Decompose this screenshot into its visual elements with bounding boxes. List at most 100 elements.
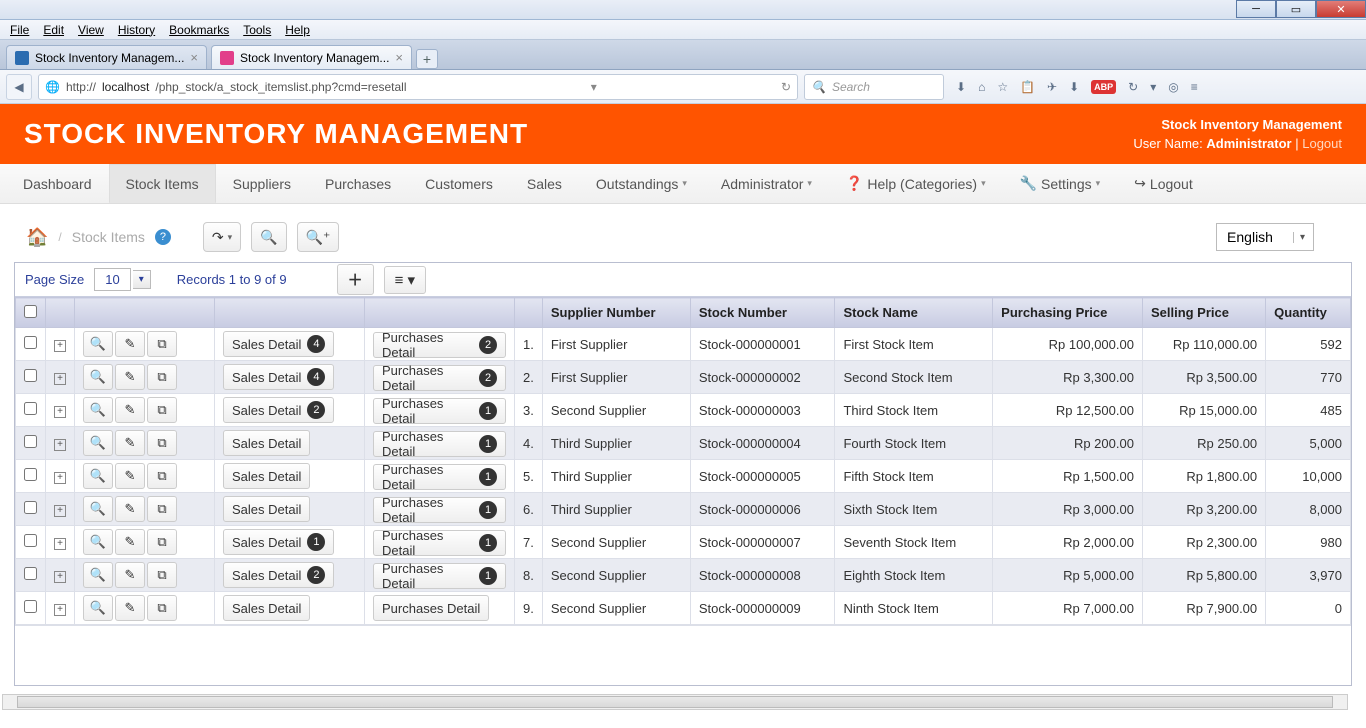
nav-item[interactable]: Sales bbox=[510, 164, 579, 203]
nav-item[interactable]: Customers bbox=[408, 164, 510, 203]
copy-button[interactable]: ⧉ bbox=[147, 496, 177, 522]
export-button[interactable]: ↷ bbox=[203, 222, 241, 252]
nav-item[interactable]: Purchases bbox=[308, 164, 408, 203]
edit-button[interactable]: ✎ bbox=[115, 331, 145, 357]
purchases-detail-button[interactable]: Purchases Detail1 bbox=[373, 563, 506, 589]
nav-item[interactable]: Administrator ▾ bbox=[704, 164, 829, 203]
view-button[interactable]: 🔍 bbox=[83, 463, 113, 489]
edit-button[interactable]: ✎ bbox=[115, 397, 145, 423]
row-checkbox[interactable] bbox=[24, 567, 37, 580]
target-icon[interactable]: ◎ bbox=[1168, 80, 1178, 94]
purchases-detail-button[interactable]: Purchases Detail2 bbox=[373, 332, 506, 358]
os-menu-item[interactable]: History bbox=[112, 21, 161, 39]
save-icon[interactable]: ⬇ bbox=[1069, 80, 1079, 94]
sales-detail-button[interactable]: Sales Detail2 bbox=[223, 562, 334, 588]
copy-button[interactable]: ⧉ bbox=[147, 430, 177, 456]
row-checkbox[interactable] bbox=[24, 369, 37, 382]
dropdown-icon[interactable]: ▾ bbox=[591, 80, 597, 94]
sales-detail-button[interactable]: Sales Detail1 bbox=[223, 529, 334, 555]
col-stocknum[interactable]: Stock Number bbox=[690, 298, 835, 328]
nav-item[interactable]: Stock Items bbox=[109, 164, 216, 203]
edit-button[interactable]: ✎ bbox=[115, 529, 145, 555]
copy-button[interactable]: ⧉ bbox=[147, 331, 177, 357]
expand-icon[interactable]: + bbox=[54, 571, 66, 583]
purchases-detail-button[interactable]: Purchases Detail bbox=[373, 595, 489, 621]
expand-icon[interactable]: + bbox=[54, 373, 66, 385]
search-button[interactable]: 🔍 bbox=[251, 222, 286, 252]
star-icon[interactable]: ☆ bbox=[997, 80, 1008, 94]
expand-icon[interactable]: + bbox=[54, 538, 66, 550]
close-icon[interactable]: × bbox=[190, 50, 198, 65]
copy-button[interactable]: ⧉ bbox=[147, 595, 177, 621]
col-qty[interactable]: Quantity bbox=[1266, 298, 1351, 328]
nav-item[interactable]: 🔧 Settings ▾ bbox=[1003, 164, 1118, 203]
logout-link[interactable]: Logout bbox=[1302, 136, 1342, 151]
copy-button[interactable]: ⧉ bbox=[147, 397, 177, 423]
nav-item[interactable]: ↪ Logout bbox=[1117, 164, 1210, 203]
purchases-detail-button[interactable]: Purchases Detail1 bbox=[373, 497, 506, 523]
url-input[interactable]: 🌐 http://localhost/php_stock/a_stock_ite… bbox=[38, 74, 798, 100]
purchases-detail-button[interactable]: Purchases Detail2 bbox=[373, 365, 506, 391]
copy-button[interactable]: ⧉ bbox=[147, 364, 177, 390]
row-checkbox[interactable] bbox=[24, 534, 37, 547]
purchases-detail-button[interactable]: Purchases Detail1 bbox=[373, 398, 506, 424]
menu-icon[interactable]: ≡ bbox=[1191, 80, 1198, 94]
list-menu-button[interactable]: ≡ ▾ bbox=[384, 266, 426, 294]
sales-detail-button[interactable]: Sales Detail bbox=[223, 430, 310, 456]
view-button[interactable]: 🔍 bbox=[83, 562, 113, 588]
copy-button[interactable]: ⧉ bbox=[147, 562, 177, 588]
expand-icon[interactable]: + bbox=[54, 505, 66, 517]
os-menu-item[interactable]: Help bbox=[279, 21, 316, 39]
row-checkbox[interactable] bbox=[24, 435, 37, 448]
os-menu-item[interactable]: View bbox=[72, 21, 110, 39]
window-close[interactable]: ✕ bbox=[1316, 0, 1366, 18]
nav-item[interactable]: Dashboard bbox=[6, 164, 109, 203]
os-menu-item[interactable]: File bbox=[4, 21, 35, 39]
edit-button[interactable]: ✎ bbox=[115, 430, 145, 456]
row-checkbox[interactable] bbox=[24, 501, 37, 514]
clipboard-icon[interactable]: 📋 bbox=[1020, 80, 1035, 94]
view-button[interactable]: 🔍 bbox=[83, 529, 113, 555]
back-button[interactable]: ◀ bbox=[6, 74, 32, 100]
edit-button[interactable]: ✎ bbox=[115, 595, 145, 621]
os-menu-item[interactable]: Edit bbox=[37, 21, 70, 39]
row-checkbox[interactable] bbox=[24, 402, 37, 415]
sales-detail-button[interactable]: Sales Detail bbox=[223, 496, 310, 522]
browser-search-input[interactable]: 🔍 Search bbox=[804, 74, 944, 100]
edit-button[interactable]: ✎ bbox=[115, 364, 145, 390]
language-select[interactable]: English ▾ bbox=[1216, 223, 1314, 251]
home-icon[interactable]: 🏠 bbox=[26, 227, 48, 248]
sales-detail-button[interactable]: Sales Detail4 bbox=[223, 364, 334, 390]
col-supplier[interactable]: Supplier Number bbox=[542, 298, 690, 328]
purchases-detail-button[interactable]: Purchases Detail1 bbox=[373, 530, 506, 556]
sales-detail-button[interactable]: Sales Detail4 bbox=[223, 331, 334, 357]
nav-item[interactable]: Outstandings ▾ bbox=[579, 164, 704, 203]
expand-icon[interactable]: + bbox=[54, 439, 66, 451]
home-icon[interactable]: ⌂ bbox=[978, 80, 985, 94]
copy-button[interactable]: ⧉ bbox=[147, 529, 177, 555]
col-sellprice[interactable]: Selling Price bbox=[1142, 298, 1265, 328]
sales-detail-button[interactable]: Sales Detail bbox=[223, 463, 310, 489]
col-purchprice[interactable]: Purchasing Price bbox=[993, 298, 1143, 328]
reload-icon[interactable]: ↻ bbox=[781, 80, 791, 94]
expand-icon[interactable]: + bbox=[54, 340, 66, 352]
reload-ext-icon[interactable]: ↻ bbox=[1128, 80, 1138, 94]
edit-button[interactable]: ✎ bbox=[115, 562, 145, 588]
row-checkbox[interactable] bbox=[24, 600, 37, 613]
browser-tab-1[interactable]: Stock Inventory Managem... × bbox=[211, 45, 412, 69]
expand-icon[interactable]: + bbox=[54, 406, 66, 418]
row-checkbox[interactable] bbox=[24, 468, 37, 481]
send-icon[interactable]: ✈ bbox=[1047, 80, 1057, 94]
add-button[interactable]: ＋ bbox=[337, 264, 374, 295]
os-menu-item[interactable]: Bookmarks bbox=[163, 21, 235, 39]
view-button[interactable]: 🔍 bbox=[83, 331, 113, 357]
expand-icon[interactable]: + bbox=[54, 472, 66, 484]
page-size-select[interactable]: 10 ▾ bbox=[94, 268, 151, 291]
nav-item[interactable]: Suppliers bbox=[216, 164, 308, 203]
nav-item[interactable]: ❓ Help (Categories) ▾ bbox=[829, 164, 1003, 203]
copy-button[interactable]: ⧉ bbox=[147, 463, 177, 489]
window-maximize[interactable]: ▭ bbox=[1276, 0, 1316, 18]
view-button[interactable]: 🔍 bbox=[83, 364, 113, 390]
view-button[interactable]: 🔍 bbox=[83, 496, 113, 522]
browser-tab-0[interactable]: Stock Inventory Managem... × bbox=[6, 45, 207, 69]
